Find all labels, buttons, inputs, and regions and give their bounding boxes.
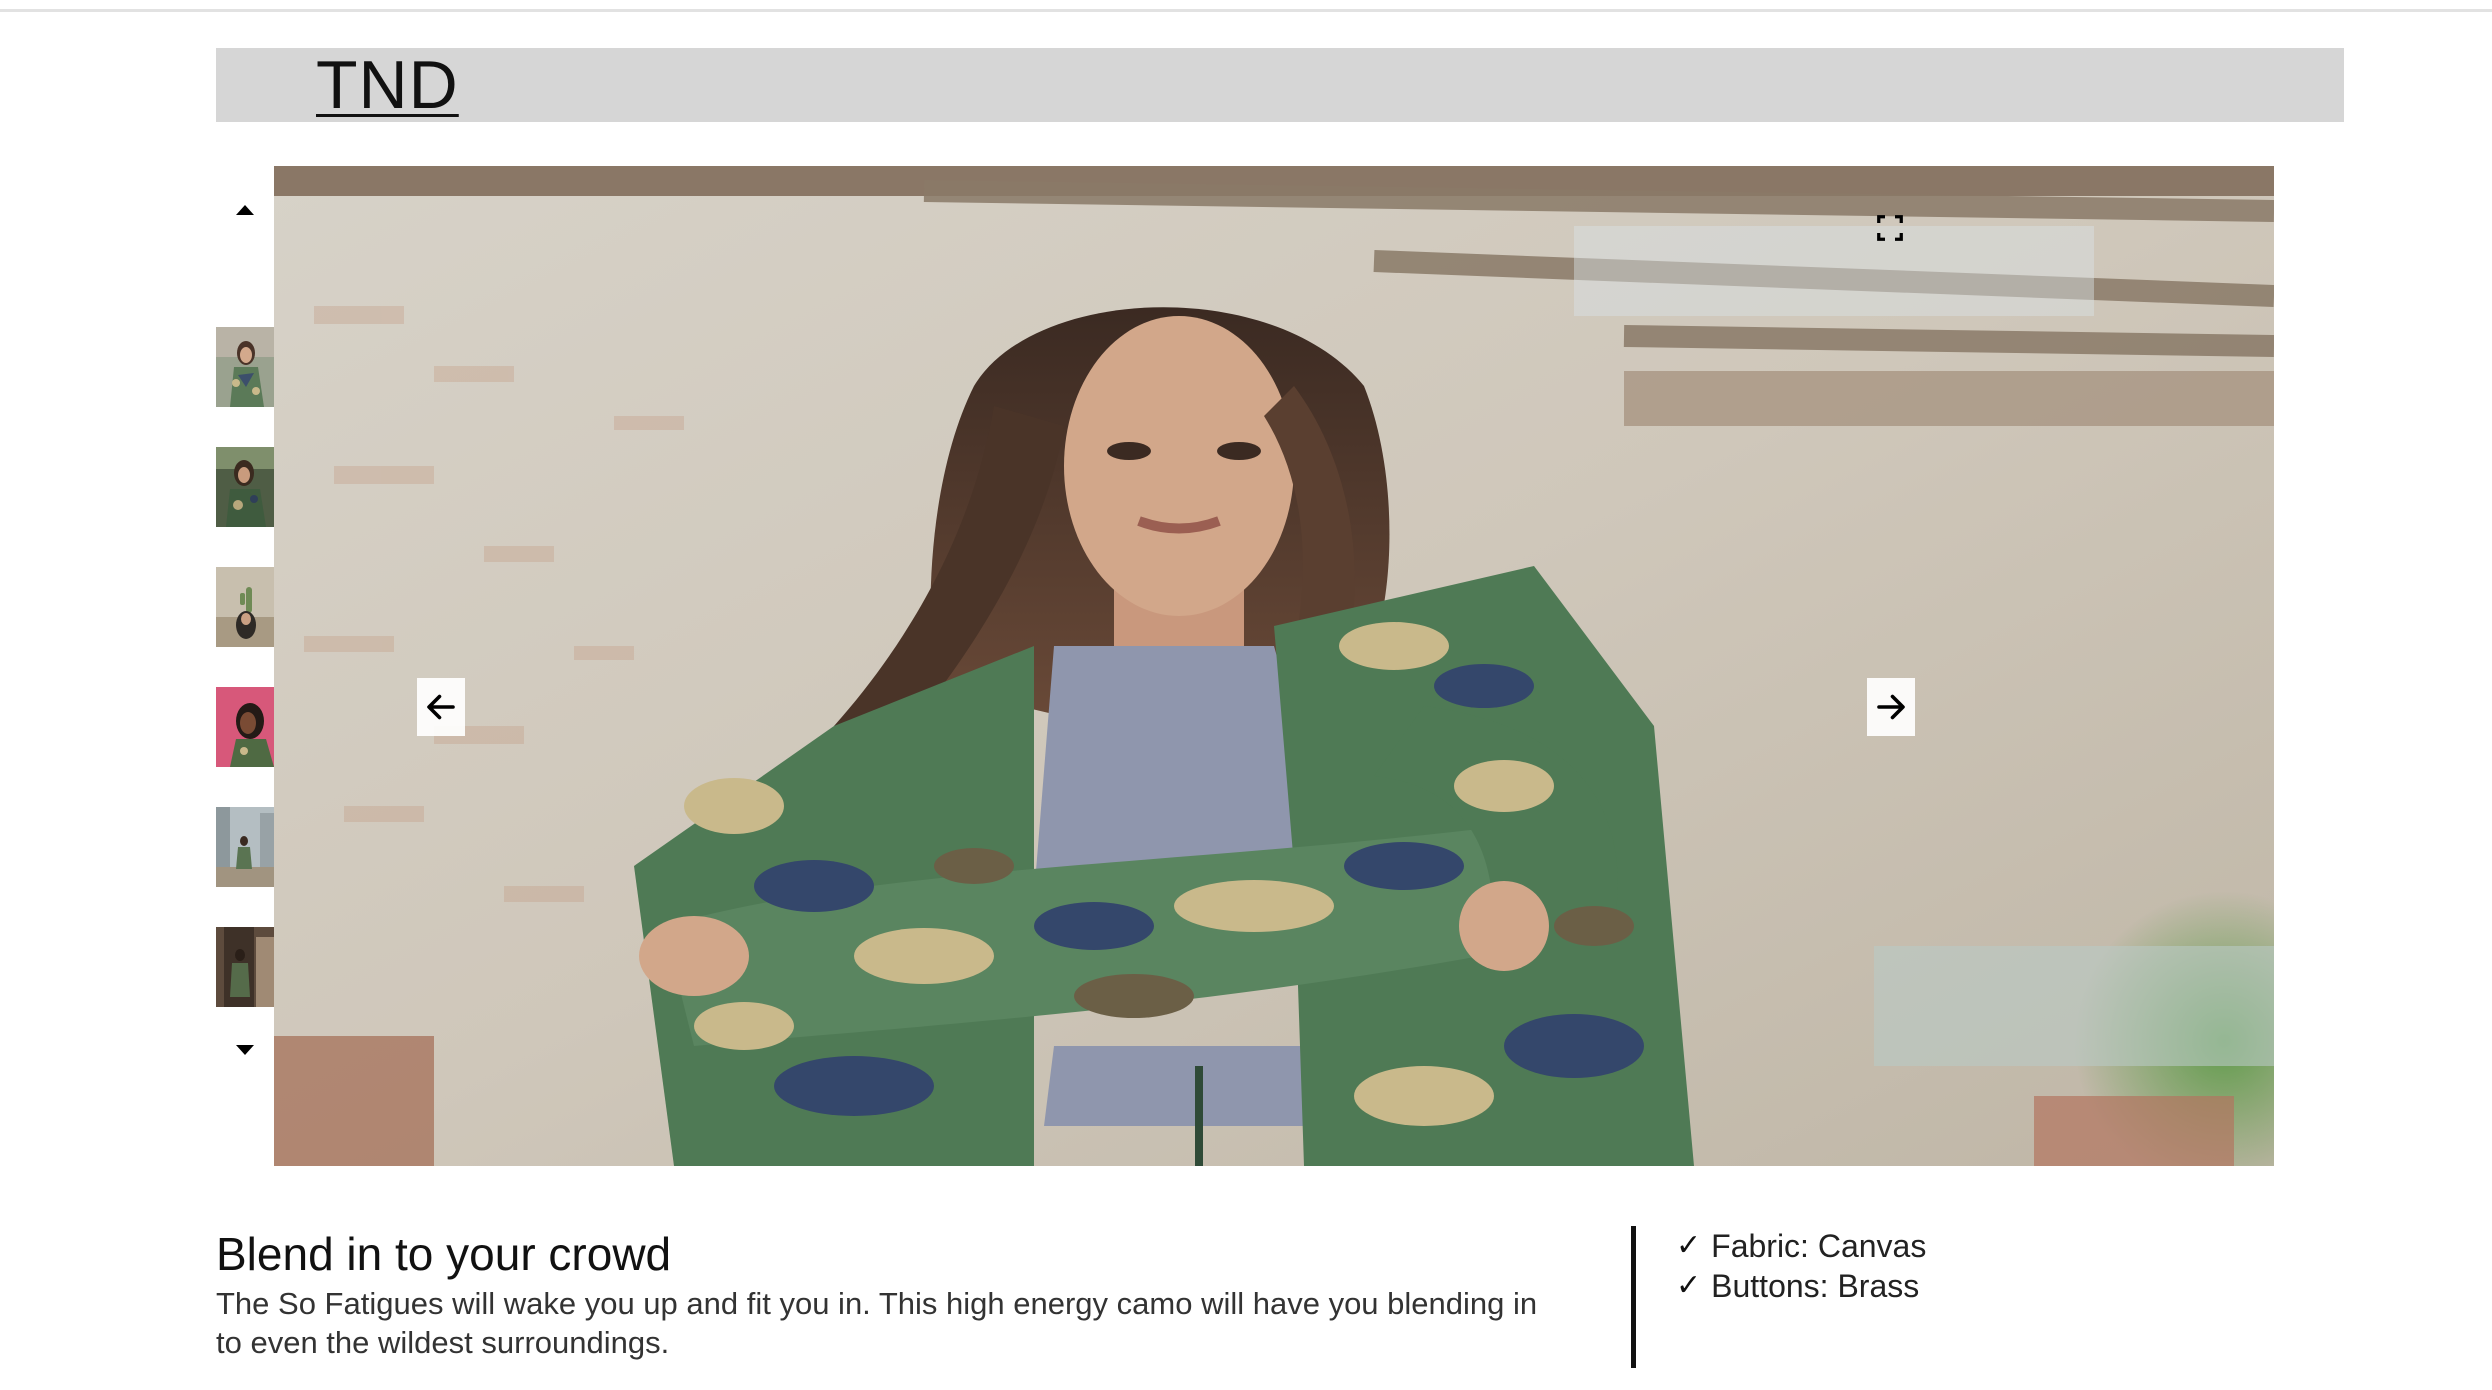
thumbnail-image: [216, 447, 274, 527]
product-title: Blend in to your crowd: [216, 1228, 672, 1280]
thumbnail-3[interactable]: [216, 567, 274, 647]
site-header: TND: [216, 48, 2344, 122]
thumbnail-scroll-up-button[interactable]: [216, 190, 274, 230]
checkmark-icon: ✓: [1676, 1228, 1702, 1263]
thumbnail-1[interactable]: [216, 327, 274, 407]
next-image-button[interactable]: [1867, 678, 1915, 736]
thumbnail-rail: [216, 166, 274, 1086]
fullscreen-icon: [1877, 215, 1903, 241]
feature-text: Buttons: Brass: [1711, 1268, 1920, 1304]
product-photo: [274, 166, 2274, 1166]
previous-image-button[interactable]: [417, 678, 465, 736]
main-product-image[interactable]: [274, 166, 2274, 1166]
checkmark-icon: ✓: [1676, 1268, 1702, 1303]
thumbnail-6[interactable]: [216, 927, 274, 1007]
thumbnail-image: [216, 687, 274, 767]
product-description-text: The So Fatigues will wake you up and fit…: [216, 1286, 1538, 1360]
top-rule: [0, 9, 2492, 12]
feature-item: ✓ Buttons: Brass: [1676, 1266, 1926, 1306]
thumbnail-image: [216, 927, 274, 1007]
feature-text: Fabric: Canvas: [1711, 1228, 1927, 1264]
product-description: Blend in to your crowd The So Fatigues w…: [216, 1226, 1546, 1362]
thumbnail-scroll-down-button[interactable]: [216, 1030, 274, 1070]
vertical-divider: [1631, 1226, 1636, 1368]
thumbnail-image: [216, 567, 274, 647]
brand-logo-link[interactable]: TND: [316, 48, 459, 122]
triangle-up-icon: [236, 205, 254, 215]
arrow-right-icon: [1877, 694, 1905, 720]
triangle-down-icon: [236, 1045, 254, 1055]
thumbnail-5[interactable]: [216, 807, 274, 887]
fullscreen-button[interactable]: [1872, 210, 1908, 246]
thumbnail-image: [216, 327, 274, 407]
thumbnail-4[interactable]: [216, 687, 274, 767]
thumbnail-2[interactable]: [216, 447, 274, 527]
feature-list: ✓ Fabric: Canvas ✓ Buttons: Brass: [1676, 1226, 1926, 1306]
arrow-left-icon: [427, 694, 455, 720]
feature-item: ✓ Fabric: Canvas: [1676, 1226, 1926, 1266]
thumbnail-image: [216, 807, 274, 887]
